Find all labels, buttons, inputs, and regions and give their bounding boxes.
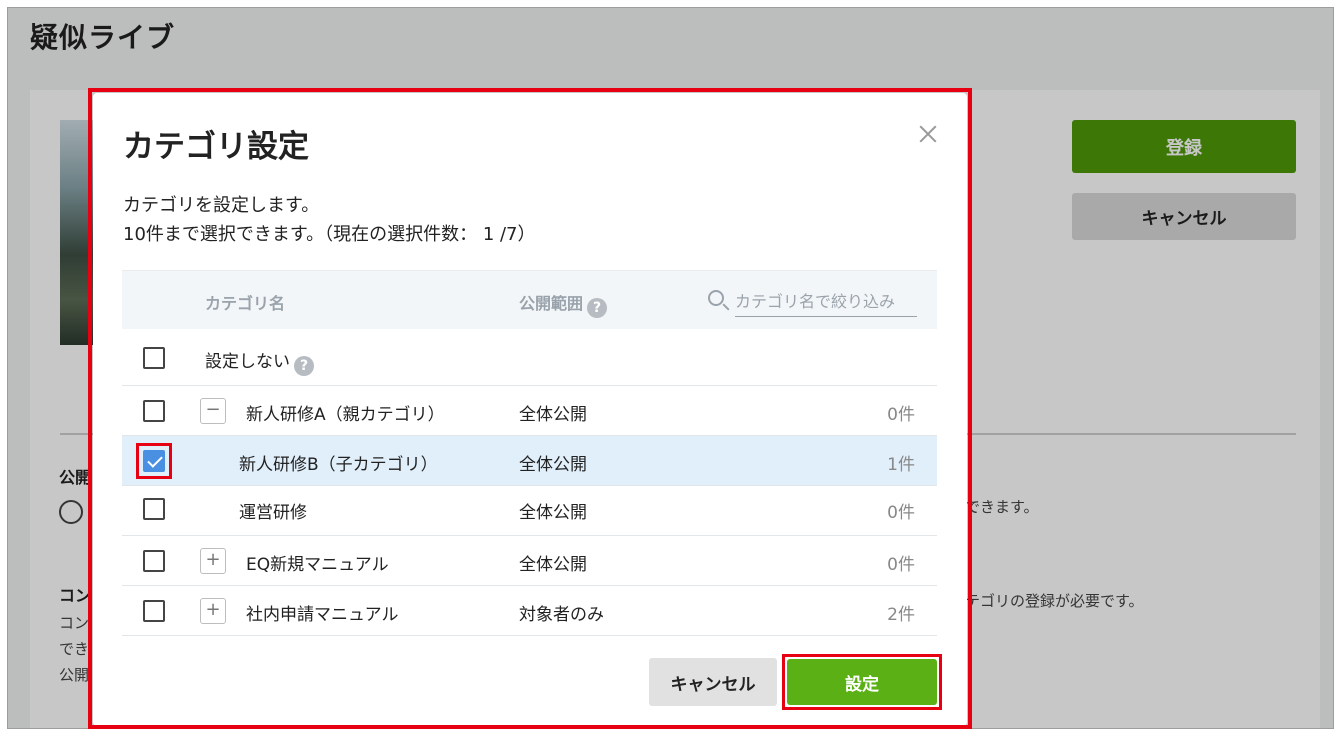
column-header-scope: 公開範囲? — [519, 290, 608, 318]
category-scope: 全体公開 — [519, 405, 587, 425]
checkbox[interactable] — [143, 550, 165, 572]
modal-cancel-button[interactable]: キャンセル — [649, 658, 777, 706]
category-scope: 対象者のみ — [519, 605, 604, 625]
search-icon — [708, 290, 724, 306]
expand-icon[interactable]: + — [200, 548, 226, 574]
help-icon[interactable]: ? — [294, 356, 314, 376]
table-row[interactable]: + 社内申請マニュアル 対象者のみ 2件 — [122, 586, 937, 636]
help-icon[interactable]: ? — [587, 298, 608, 318]
category-name: 運営研修 — [239, 503, 307, 523]
category-scope: 全体公開 — [519, 455, 587, 475]
category-count: 0件 — [887, 503, 915, 523]
category-name: EQ新規マニュアル — [246, 555, 389, 575]
expand-icon[interactable]: + — [200, 598, 226, 624]
checkbox-checked[interactable] — [143, 450, 165, 472]
category-name: 社内申請マニュアル — [246, 605, 399, 625]
category-filter-input[interactable] — [735, 287, 917, 317]
category-count: 0件 — [887, 555, 915, 575]
checkbox[interactable] — [143, 498, 165, 520]
category-settings-modal: カテゴリ設定 カテゴリを設定します。 10件まで選択できます。（現在の選択件数：… — [93, 93, 967, 726]
table-row[interactable]: 運営研修 全体公開 0件 — [122, 486, 937, 536]
table-row[interactable]: 新人研修B（子カテゴリ） 全体公開 1件 — [122, 436, 937, 486]
category-table: カテゴリ名 公開範囲? 設定しない? − 新人研修A（親カテゴリ） 全体公開 0… — [122, 270, 937, 636]
checkbox[interactable] — [143, 600, 165, 622]
checkbox[interactable] — [143, 400, 165, 422]
category-scope: 全体公開 — [519, 503, 587, 523]
column-header-name: カテゴリ名 — [205, 294, 286, 313]
checkbox[interactable] — [143, 347, 165, 369]
modal-description: カテゴリを設定します。 — [123, 195, 320, 216]
category-filter — [708, 287, 918, 319]
table-row[interactable]: 設定しない? — [122, 329, 937, 386]
table-header: カテゴリ名 公開範囲? — [122, 270, 937, 329]
category-name: 新人研修A（親カテゴリ） — [246, 405, 445, 425]
category-count: 1件 — [887, 455, 915, 475]
modal-title: カテゴリ設定 — [123, 129, 309, 165]
table-row[interactable]: − 新人研修A（親カテゴリ） 全体公開 0件 — [122, 386, 937, 436]
collapse-icon[interactable]: − — [200, 398, 226, 424]
category-name: 設定しない? — [205, 347, 314, 376]
category-name: 新人研修B（子カテゴリ） — [239, 455, 438, 475]
close-icon[interactable] — [913, 119, 943, 149]
category-scope: 全体公開 — [519, 555, 587, 575]
table-row[interactable]: + EQ新規マニュアル 全体公開 0件 — [122, 536, 937, 586]
category-count: 2件 — [887, 605, 915, 625]
category-count: 0件 — [887, 405, 915, 425]
selection-count-text: 10件まで選択できます。（現在の選択件数： 1 /7） — [123, 224, 536, 245]
set-button[interactable]: 設定 — [787, 659, 937, 705]
